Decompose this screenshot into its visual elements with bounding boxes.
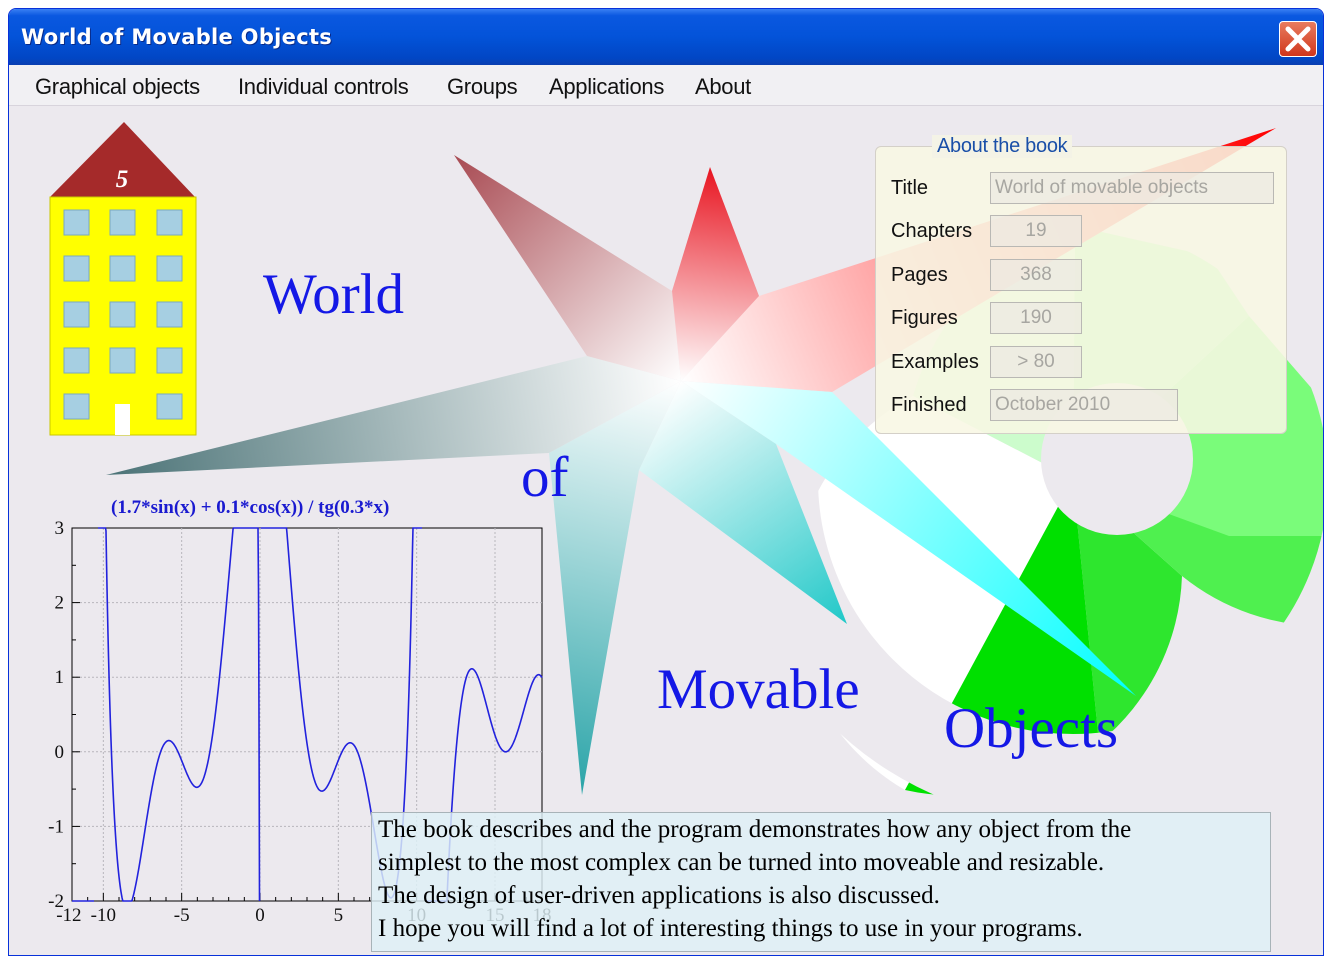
plot-tick-label-x: -10 xyxy=(91,905,116,926)
plot-tick-label-y: 0 xyxy=(55,742,65,763)
plot-tick-label-x: -5 xyxy=(174,905,190,926)
about-book-group[interactable]: About the book Title World of movable ob… xyxy=(875,135,1287,434)
title-bar[interactable]: World of Movable Objects xyxy=(9,9,1323,65)
info-line-3: The design of user-driven applications i… xyxy=(378,882,940,909)
building-door xyxy=(115,404,130,435)
word-world[interactable]: World xyxy=(263,266,404,323)
menu-applications[interactable]: Applications xyxy=(549,74,664,100)
figures-label: Figures xyxy=(891,307,958,329)
close-button[interactable] xyxy=(1279,21,1317,57)
about-legend: About the book xyxy=(932,135,1073,158)
canvas-area: 5 -12-10-5051015183210-1-2 (1.7*sin(x) +… xyxy=(9,106,1323,955)
figures-field[interactable]: 190 xyxy=(990,302,1082,334)
chapters-field[interactable]: 19 xyxy=(990,215,1082,247)
plot-title: (1.7*sin(x) + 0.1*cos(x)) / tg(0.3*x) xyxy=(111,497,390,518)
word-objects[interactable]: Objects xyxy=(944,700,1118,757)
finished-label: Finished xyxy=(891,394,967,416)
plot-tick-label-y: 1 xyxy=(55,667,65,688)
plot-tick-label-y: 3 xyxy=(55,518,65,539)
menu-groups[interactable]: Groups xyxy=(447,74,518,100)
plot-tick-label-x: 5 xyxy=(334,905,344,926)
menu-individual-controls[interactable]: Individual controls xyxy=(238,74,409,100)
word-of[interactable]: of xyxy=(521,449,568,506)
info-line-2: simplest to the most complex can be turn… xyxy=(378,849,1105,876)
title-label: Title xyxy=(891,177,929,199)
plot-tick-label-x: 0 xyxy=(255,905,265,926)
examples-label: Examples xyxy=(891,351,979,373)
word-movable[interactable]: Movable xyxy=(657,661,860,718)
info-line-1: The book describes and the program demon… xyxy=(378,816,1132,843)
plot-tick-label-y: -2 xyxy=(48,891,64,912)
pages-field[interactable]: 368 xyxy=(990,259,1082,291)
title-field[interactable]: World of movable objects xyxy=(990,172,1274,204)
building-floor-label: 5 xyxy=(116,166,129,193)
app-window: World of Movable Objects Graphical objec… xyxy=(8,8,1324,956)
info-line-4: I hope you will find a lot of interestin… xyxy=(378,915,1083,942)
finished-field[interactable]: October 2010 xyxy=(990,389,1178,421)
plot-tick-label-y: 2 xyxy=(55,593,65,614)
chapters-label: Chapters xyxy=(891,220,973,242)
examples-field[interactable]: > 80 xyxy=(990,346,1082,378)
menu-about[interactable]: About xyxy=(695,74,751,100)
info-textbox[interactable]: The book describes and the program demon… xyxy=(371,812,1271,952)
close-icon xyxy=(1285,26,1311,52)
plot-tick-label-y: -1 xyxy=(48,816,64,837)
menu-bar: Graphical objects Individual controls Gr… xyxy=(9,65,1323,106)
building[interactable]: 5 xyxy=(49,122,197,436)
pages-label: Pages xyxy=(891,264,948,286)
window-title: World of Movable Objects xyxy=(21,25,333,49)
menu-graphical-objects[interactable]: Graphical objects xyxy=(35,74,200,100)
